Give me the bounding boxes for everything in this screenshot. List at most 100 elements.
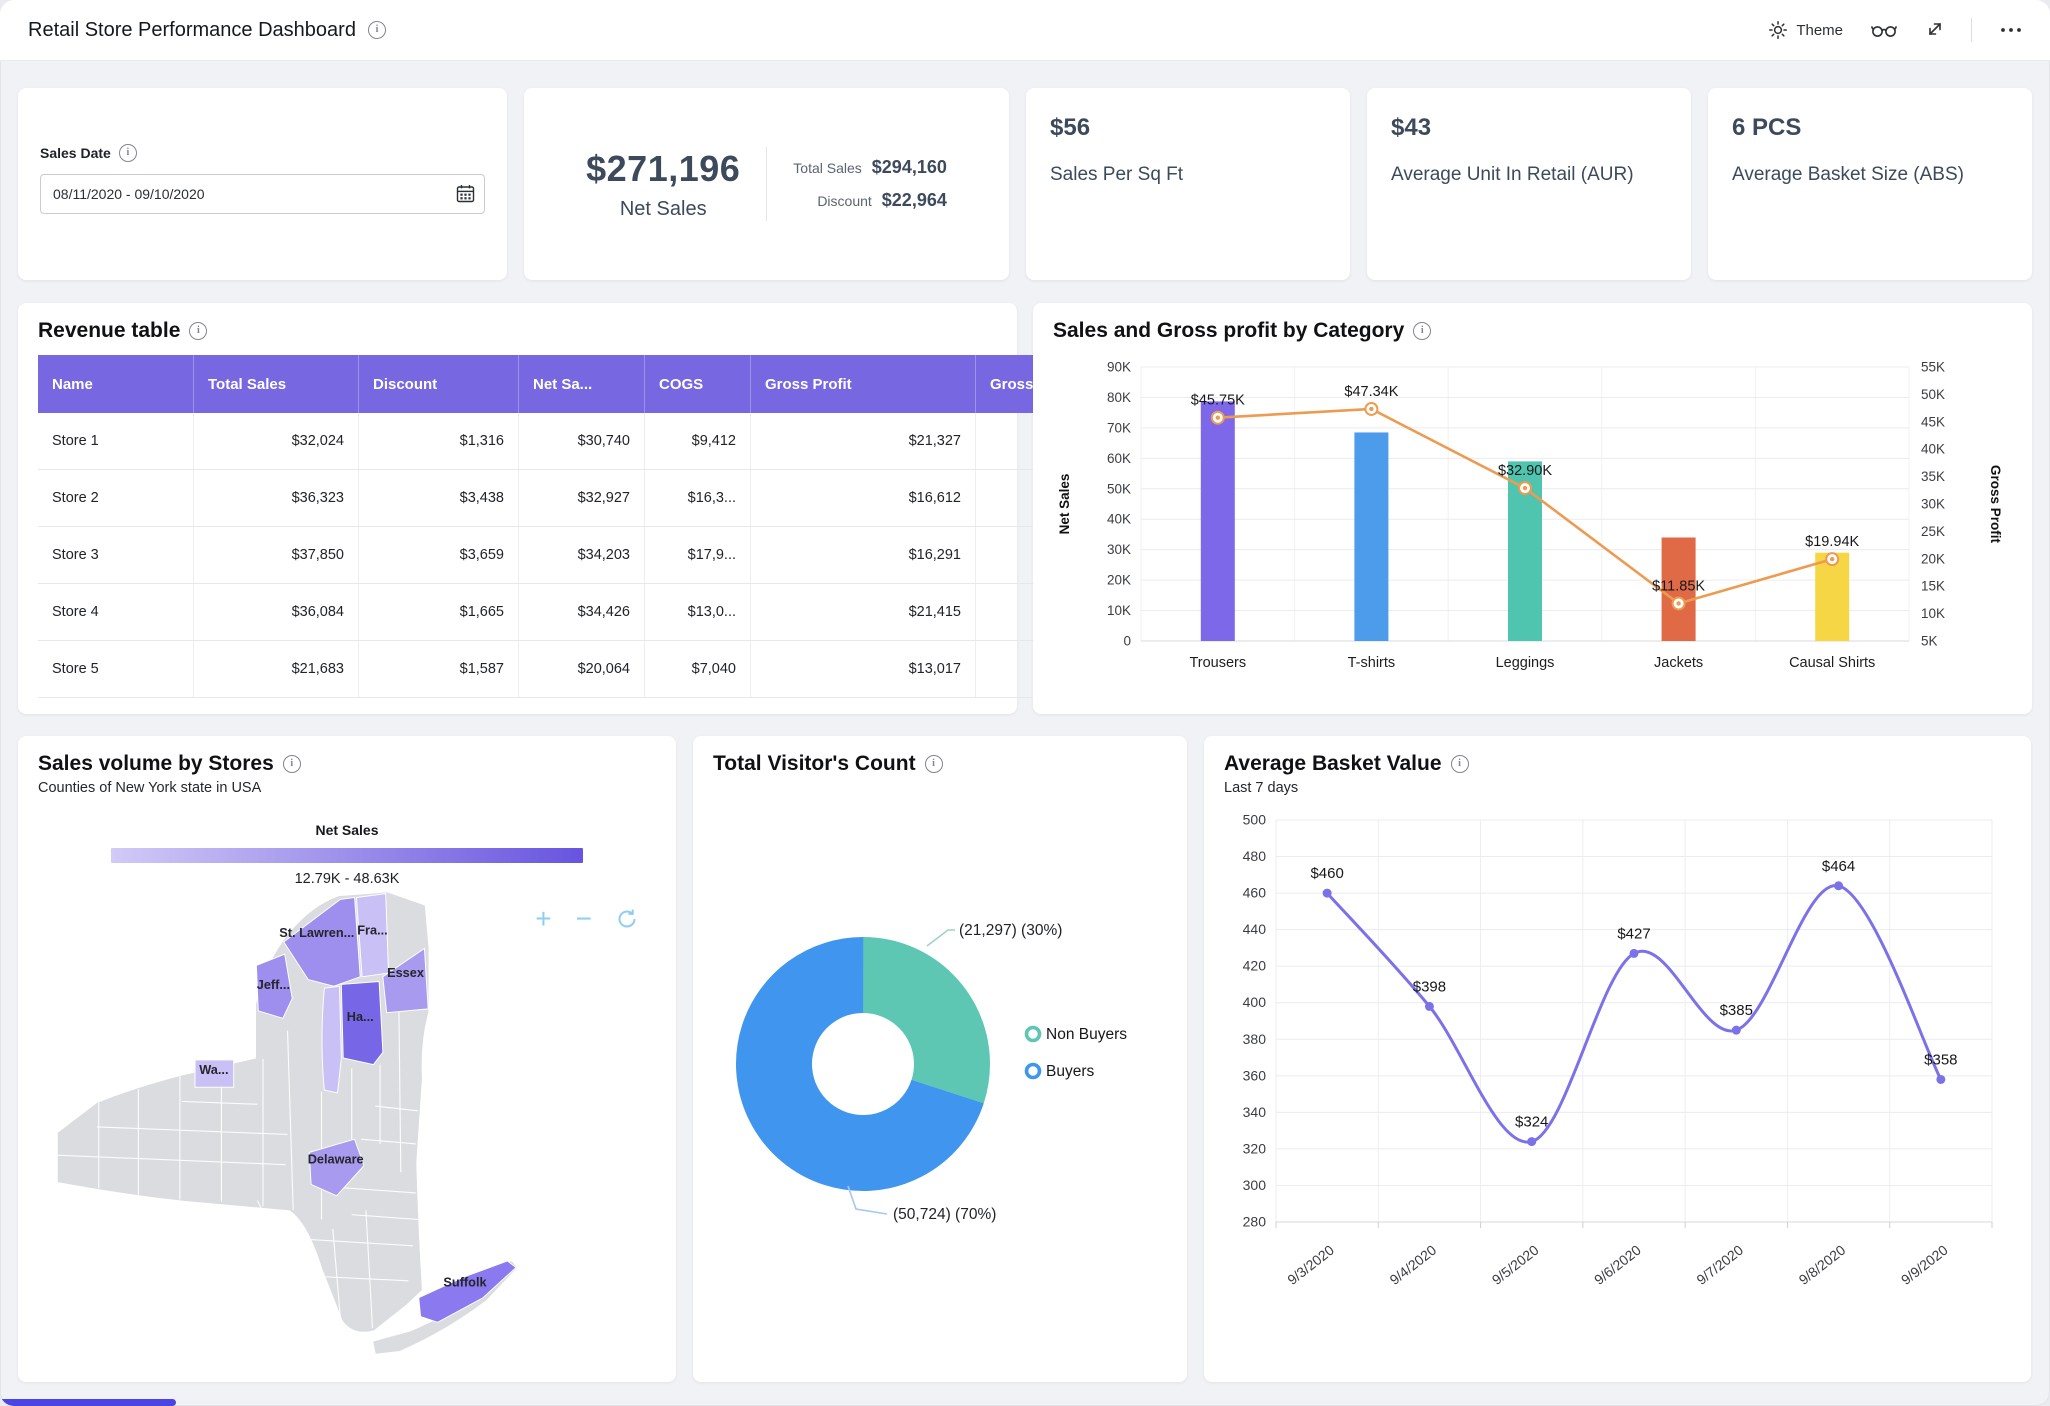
line-point[interactable]	[1630, 949, 1639, 958]
sales-volume-map-card: Sales volume by Stores Counties of New Y…	[18, 736, 676, 1382]
map-region-label: Delaware	[308, 1152, 364, 1167]
table-row[interactable]: Store 1$32,024$1,316$30,740$9,412$21,327…	[38, 413, 1199, 470]
theme-toggle-button[interactable]: Theme	[1769, 21, 1843, 39]
line-point[interactable]	[1673, 597, 1685, 609]
table-cell: $32,024	[194, 413, 359, 470]
svg-text:340: 340	[1243, 1104, 1267, 1120]
sales-date-range-input[interactable]	[40, 174, 485, 214]
line-point[interactable]	[1826, 553, 1838, 565]
line-point[interactable]	[1936, 1075, 1945, 1084]
table-row[interactable]: Store 3$37,850$3,659$34,203$17,9...$16,2…	[38, 527, 1199, 584]
table-cell: $30,740	[519, 413, 645, 470]
svg-text:9/4/2020: 9/4/2020	[1386, 1242, 1439, 1288]
table-cell: $1,665	[359, 584, 519, 641]
basket-value-line-svg: 280300320340360380400420440460480500$460…	[1224, 804, 2011, 1332]
line-chart-info-icon[interactable]	[1451, 755, 1469, 773]
svg-text:15K: 15K	[1921, 579, 1945, 594]
map-info-icon[interactable]	[283, 755, 301, 773]
mid-row: Revenue table NameTotal SalesDiscountNet…	[18, 303, 2032, 713]
horizontal-scrollbar-thumb[interactable]	[0, 1399, 176, 1406]
table-cell: $13,0...	[645, 584, 751, 641]
svg-text:35K: 35K	[1921, 469, 1945, 484]
line-point[interactable]	[1519, 482, 1531, 494]
horizontal-scrollbar-track	[0, 1399, 2050, 1406]
line-point[interactable]	[1527, 1137, 1536, 1146]
svg-text:$324: $324	[1515, 1114, 1548, 1131]
bar-t-shirts[interactable]	[1354, 432, 1388, 641]
svg-text:9/7/2020: 9/7/2020	[1693, 1242, 1746, 1288]
map-zoom-in-button[interactable]: +	[535, 909, 551, 929]
view-glasses-icon[interactable]	[1871, 22, 1897, 38]
line-point[interactable]	[1365, 403, 1377, 415]
svg-text:(21,297) (30%): (21,297) (30%)	[959, 922, 1062, 939]
map-zoom-out-button[interactable]: −	[576, 909, 592, 929]
line-point[interactable]	[1323, 889, 1332, 898]
svg-text:Leggings: Leggings	[1496, 655, 1555, 671]
app-header: Retail Store Performance Dashboard Theme	[0, 0, 2050, 60]
table-cell: $36,084	[194, 584, 359, 641]
total-sales-label: Total Sales	[793, 160, 861, 176]
revenue-table-info-icon[interactable]	[189, 322, 207, 340]
table-column-header[interactable]: Total Sales	[194, 355, 359, 413]
table-cell: $34,203	[519, 527, 645, 584]
legend-item-buyers[interactable]: Buyers	[1027, 1063, 1095, 1080]
svg-text:Buyers: Buyers	[1046, 1063, 1094, 1080]
table-column-header[interactable]: Discount	[359, 355, 519, 413]
fullscreen-icon[interactable]	[1925, 21, 1943, 39]
table-cell: $7,040	[645, 641, 751, 698]
line-point[interactable]	[1425, 1002, 1434, 1011]
donut-info-icon[interactable]	[925, 755, 943, 773]
svg-text:9/6/2020: 9/6/2020	[1591, 1242, 1644, 1288]
basket-value-line-card: Average Basket Value Last 7 days 2803003…	[1204, 736, 2031, 1382]
svg-text:10K: 10K	[1107, 603, 1131, 618]
table-row[interactable]: Store 4$36,084$1,665$34,426$13,0...$21,4…	[38, 584, 1199, 641]
map-controls: + −	[535, 908, 638, 930]
line-point[interactable]	[1732, 1026, 1741, 1035]
svg-text:9/9/2020: 9/9/2020	[1898, 1242, 1951, 1288]
table-row[interactable]: Store 2$36,323$3,438$32,927$16,3...$16,6…	[38, 470, 1199, 527]
svg-text:45K: 45K	[1921, 414, 1945, 429]
map-title: Sales volume by Stores	[38, 752, 274, 776]
table-column-header[interactable]: Gross Profit	[751, 355, 976, 413]
svg-text:Causal Shirts: Causal Shirts	[1789, 655, 1875, 671]
map-legend: Net Sales 12.79K - 48.63K	[38, 822, 656, 887]
svg-text:20K: 20K	[1921, 551, 1945, 566]
map-region-label: Fra...	[357, 922, 387, 937]
svg-text:280: 280	[1243, 1214, 1267, 1230]
svg-text:420: 420	[1243, 958, 1267, 974]
combo-chart-title: Sales and Gross profit by Category	[1053, 319, 1404, 343]
table-cell: $9,412	[645, 413, 751, 470]
line-chart-title: Average Basket Value	[1224, 752, 1442, 776]
svg-text:Trousers: Trousers	[1189, 655, 1246, 671]
legend-item-non-buyers[interactable]: Non Buyers	[1027, 1026, 1128, 1043]
map-legend-title: Net Sales	[38, 822, 656, 838]
kpi-value: $56	[1050, 114, 1326, 142]
line-point[interactable]	[1834, 881, 1843, 890]
title-info-icon[interactable]	[368, 21, 386, 39]
sales-date-info-icon[interactable]	[119, 144, 137, 162]
table-column-header[interactable]: Net Sa...	[519, 355, 645, 413]
bar-trousers[interactable]	[1201, 401, 1235, 641]
svg-text:$385: $385	[1720, 1002, 1753, 1019]
svg-text:360: 360	[1243, 1067, 1267, 1083]
calendar-icon[interactable]	[456, 184, 475, 208]
table-column-header[interactable]: Name	[38, 355, 194, 413]
combo-chart-info-icon[interactable]	[1413, 322, 1431, 340]
svg-text:0: 0	[1123, 634, 1131, 649]
svg-text:400: 400	[1243, 994, 1267, 1010]
table-column-header[interactable]: COGS	[645, 355, 751, 413]
svg-text:9/5/2020: 9/5/2020	[1489, 1242, 1542, 1288]
table-cell: $37,850	[194, 527, 359, 584]
svg-text:9/3/2020: 9/3/2020	[1284, 1242, 1337, 1288]
table-row[interactable]: Store 5$21,683$1,587$20,064$7,040$13,017…	[38, 641, 1199, 698]
more-options-icon[interactable]	[2000, 27, 2022, 33]
theme-label: Theme	[1796, 22, 1843, 39]
svg-text:40K: 40K	[1107, 512, 1131, 527]
map-reset-icon[interactable]	[616, 908, 638, 930]
map-region-herkimer[interactable]	[322, 986, 341, 1093]
line-point[interactable]	[1212, 412, 1224, 424]
svg-text:$32.90K: $32.90K	[1498, 463, 1552, 479]
table-cell: $1,316	[359, 413, 519, 470]
revenue-table-card: Revenue table NameTotal SalesDiscountNet…	[18, 303, 1017, 714]
table-cell: $13,017	[751, 641, 976, 698]
